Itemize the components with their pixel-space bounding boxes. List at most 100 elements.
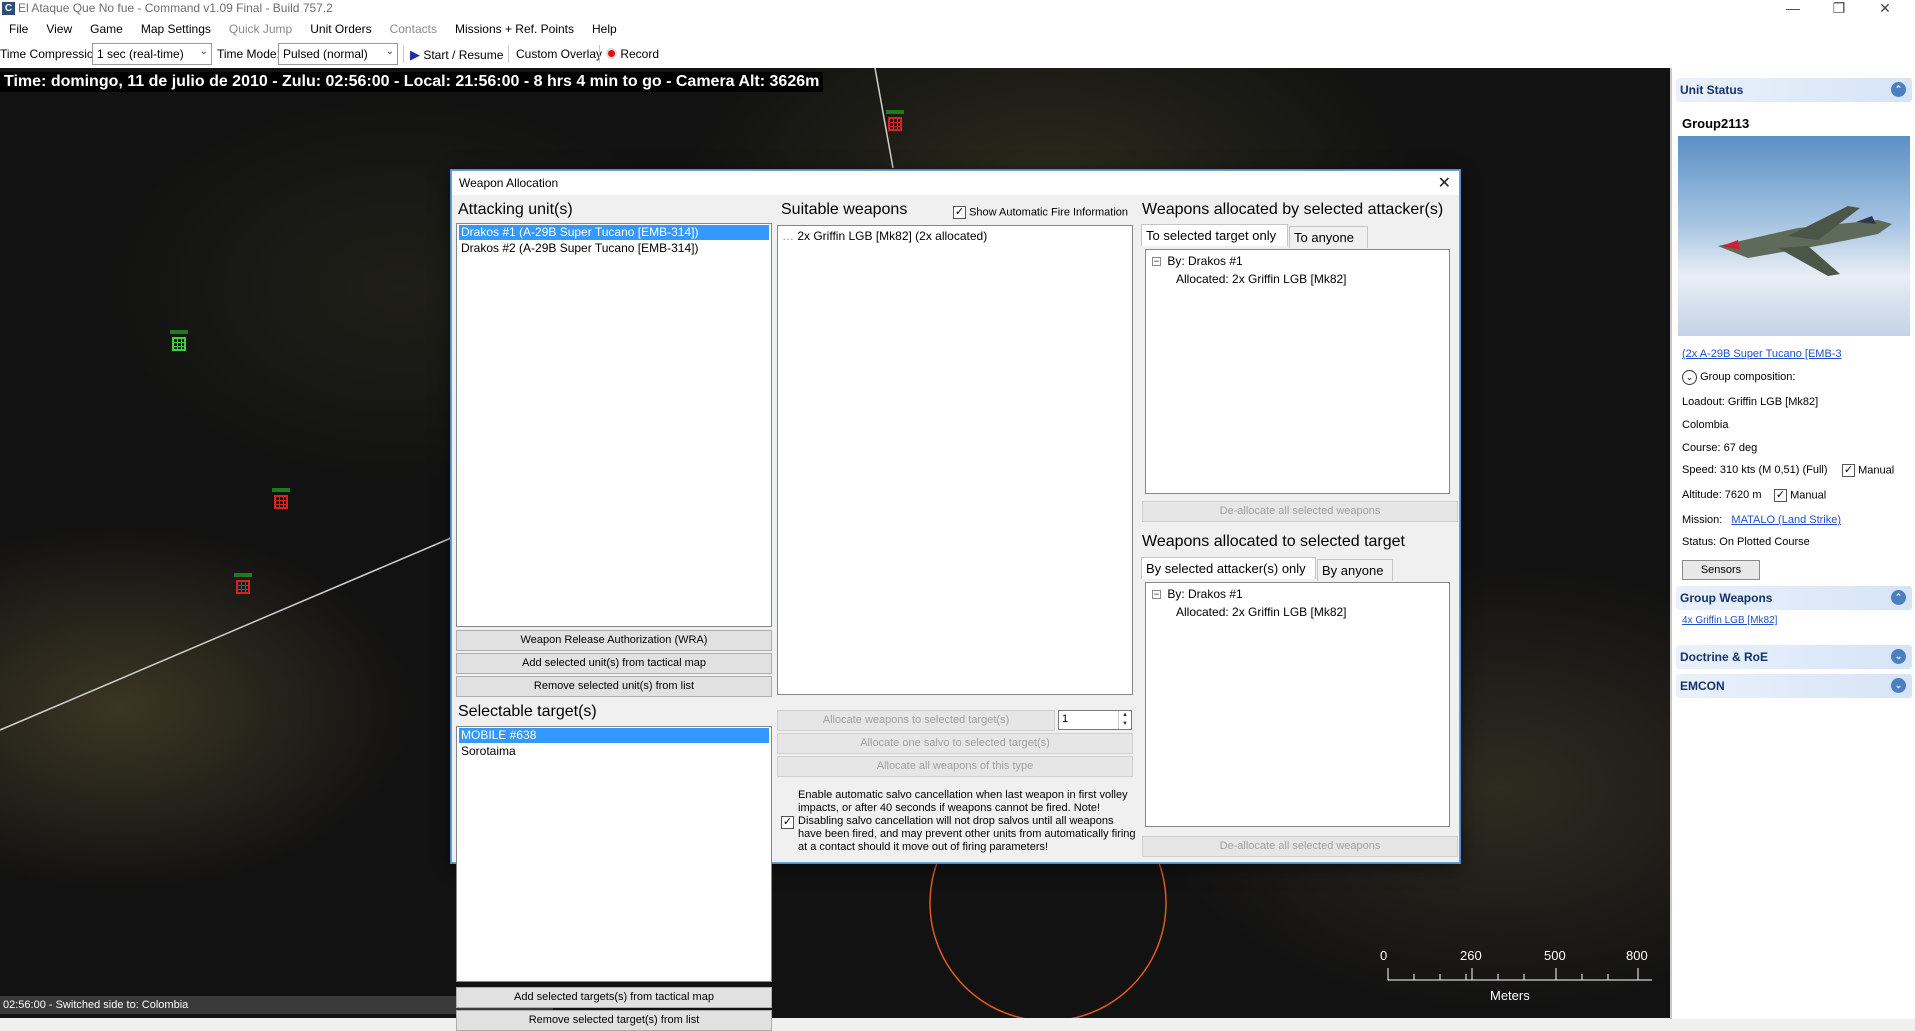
group-weapons-link[interactable]: 4x Griffin LGB [Mk82] — [1682, 615, 1777, 626]
speed-manual-checkbox[interactable]: ✓ — [1842, 464, 1855, 477]
time-mode-select[interactable]: Pulsed (normal) ⌄ — [278, 43, 398, 65]
suitable-weapons-heading: Suitable weapons — [781, 201, 908, 218]
mission-link[interactable]: MATALO (Land Strike) — [1731, 514, 1841, 526]
salvo-cancel-checkbox[interactable]: ✓ — [781, 816, 794, 829]
tab-by-selected-attacker[interactable]: By selected attacker(s) only — [1141, 557, 1316, 579]
menu-contacts[interactable]: Contacts — [381, 22, 446, 36]
app-logo-icon: C — [2, 2, 15, 15]
add-units-button[interactable]: Add selected unit(s) from tactical map — [456, 653, 772, 674]
menu-help[interactable]: Help — [583, 22, 626, 36]
expand-icon[interactable]: ⌄ — [1891, 649, 1906, 664]
altitude-manual-label: Manual — [1790, 489, 1827, 502]
spinner-arrows-icon[interactable]: ▲ ▼ — [1118, 711, 1131, 729]
group-composition-label: Group composition: — [1700, 371, 1796, 383]
remove-units-button[interactable]: Remove selected unit(s) from list — [456, 676, 772, 697]
tree-parent-row[interactable]: − By: Drakos #1 — [1152, 254, 1243, 268]
speed-manual-toggle[interactable]: ✓ Manual — [1842, 464, 1894, 477]
group-weapons-title: Group Weapons — [1680, 591, 1773, 605]
expand-icon[interactable]: ⌄ — [1682, 370, 1697, 385]
hostile-facility-icon[interactable] — [272, 488, 290, 510]
aircraft-image-icon — [1718, 206, 1892, 276]
quantity-value: 1 — [1062, 713, 1069, 725]
collapse-icon[interactable]: ⌃ — [1891, 82, 1906, 97]
tab-by-anyone[interactable]: By anyone — [1317, 559, 1393, 581]
allocate-salvo-button[interactable]: Allocate one salvo to selected target(s) — [777, 733, 1133, 754]
targets-list[interactable]: MOBILE #638 Sorotaima — [456, 726, 772, 982]
list-item[interactable]: Drakos #2 (A-29B Super Tucano [EMB-314]) — [459, 241, 769, 256]
list-item[interactable]: … 2x Griffin LGB [Mk82] (2x allocated) — [780, 229, 1130, 244]
chevron-down-icon: ⌄ — [385, 46, 394, 57]
hostile-facility-icon[interactable] — [234, 573, 252, 595]
altitude-manual-toggle[interactable]: ✓ Manual — [1774, 489, 1826, 502]
allocated-by-attacker-tree[interactable]: − By: Drakos #1 Allocated: 2x Griffin LG… — [1145, 249, 1450, 494]
allocate-all-button[interactable]: Allocate all weapons of this type — [777, 756, 1133, 777]
weapon-label: 2x Griffin LGB [Mk82] (2x allocated) — [797, 229, 988, 243]
altitude-manual-checkbox[interactable]: ✓ — [1774, 489, 1787, 502]
restore-icon[interactable]: ❐ — [1816, 0, 1862, 18]
tab-to-anyone[interactable]: To anyone — [1289, 226, 1368, 248]
suitable-weapons-list[interactable]: … 2x Griffin LGB [Mk82] (2x allocated) — [777, 225, 1133, 695]
list-item[interactable]: Drakos #1 (A-29B Super Tucano [EMB-314]) — [459, 225, 769, 240]
aircraft-type-link[interactable]: (2x A-29B Super Tucano [EMB-3 — [1682, 348, 1842, 360]
loadout-text: Loadout: Griffin LGB [Mk82] — [1682, 396, 1819, 408]
chevron-down-icon: ⌄ — [199, 46, 208, 57]
collapse-icon[interactable]: ⌃ — [1891, 590, 1906, 605]
friendly-facility-icon[interactable] — [170, 330, 188, 352]
scale-tick-label: 260 — [1460, 948, 1482, 963]
scale-tick-label: 800 — [1626, 948, 1648, 963]
doctrine-header[interactable]: Doctrine & RoE ⌄ — [1676, 645, 1912, 669]
deallocate-button-target[interactable]: De-allocate all selected weapons — [1142, 836, 1458, 857]
play-icon: ▶ — [410, 47, 420, 62]
expand-icon[interactable]: ⌄ — [1891, 678, 1906, 693]
window-titlebar: C El Ataque Que No fue - Command v1.09 F… — [0, 0, 1915, 18]
list-item[interactable]: MOBILE #638 — [459, 728, 769, 743]
menu-quick-jump[interactable]: Quick Jump — [220, 22, 301, 36]
allocated-by-attacker-heading: Weapons allocated by selected attacker(s… — [1142, 201, 1444, 218]
allocated-to-target-tree[interactable]: − By: Drakos #1 Allocated: 2x Griffin LG… — [1145, 582, 1450, 827]
record-icon — [606, 48, 617, 59]
group-weapons-header[interactable]: Group Weapons ⌃ — [1676, 586, 1912, 610]
menu-unit-orders[interactable]: Unit Orders — [301, 22, 380, 36]
menu-view[interactable]: View — [37, 22, 81, 36]
tree-child-row[interactable]: Allocated: 2x Griffin LGB [Mk82] — [1176, 272, 1347, 286]
time-compression-value: 1 sec (real-time) — [97, 47, 184, 61]
tab-to-selected-target[interactable]: To selected target only — [1141, 224, 1288, 246]
tree-collapse-icon[interactable]: − — [1152, 257, 1161, 267]
show-auto-fire-checkbox[interactable]: ✓ — [953, 206, 966, 219]
allocated-to-target-heading: Weapons allocated to selected target — [1142, 533, 1405, 550]
list-item[interactable]: Sorotaima — [459, 744, 769, 759]
unit-status-header[interactable]: Unit Status ⌃ — [1676, 78, 1912, 102]
hostile-facility-icon[interactable] — [886, 110, 904, 132]
record-button[interactable]: Record — [603, 44, 662, 64]
emcon-header[interactable]: EMCON ⌄ — [1676, 674, 1912, 698]
menu-file[interactable]: File — [0, 22, 37, 36]
minimize-icon[interactable]: — — [1770, 0, 1816, 18]
allocate-to-targets-button[interactable]: Allocate weapons to selected target(s) — [777, 710, 1055, 731]
wra-button[interactable]: Weapon Release Authorization (WRA) — [456, 630, 772, 651]
menu-map-settings[interactable]: Map Settings — [132, 22, 220, 36]
close-icon[interactable]: ✕ — [1438, 173, 1451, 193]
toolbar-separator — [508, 45, 509, 63]
tree-parent-row[interactable]: − By: Drakos #1 — [1152, 587, 1243, 601]
scale-tick-label: 500 — [1544, 948, 1566, 963]
time-compression-select[interactable]: 1 sec (real-time) ⌄ — [92, 43, 212, 65]
show-auto-fire-toggle[interactable]: ✓ Show Automatic Fire Information — [953, 206, 1128, 219]
group-composition-row[interactable]: ⌄ Group composition: — [1682, 370, 1795, 385]
add-targets-button[interactable]: Add selected targets(s) from tactical ma… — [456, 987, 772, 1008]
attacking-units-list[interactable]: Drakos #1 (A-29B Super Tucano [EMB-314])… — [456, 223, 772, 627]
menu-game[interactable]: Game — [81, 22, 132, 36]
menu-bar: File View Game Map Settings Quick Jump U… — [0, 18, 1915, 40]
sensors-button[interactable]: Sensors — [1682, 560, 1760, 580]
menu-missions[interactable]: Missions + Ref. Points — [446, 22, 583, 36]
tree-child-row[interactable]: Allocated: 2x Griffin LGB [Mk82] — [1176, 605, 1347, 619]
time-mode-value: Pulsed (normal) — [283, 47, 368, 61]
toolbar-separator — [599, 45, 600, 63]
remove-targets-button[interactable]: Remove selected target(s) from list — [456, 1010, 772, 1031]
tree-collapse-icon[interactable]: − — [1152, 590, 1161, 600]
salvo-cancel-text: Enable automatic salvo cancellation when… — [798, 789, 1136, 853]
window-close-icon[interactable]: ✕ — [1862, 0, 1908, 18]
quantity-stepper[interactable]: 1 ▲ ▼ — [1058, 710, 1132, 730]
start-resume-button[interactable]: ▶ Start / Resume — [407, 44, 506, 64]
deallocate-button-attacker[interactable]: De-allocate all selected weapons — [1142, 501, 1458, 522]
custom-overlay-button[interactable]: Custom Overlay — [513, 44, 605, 64]
